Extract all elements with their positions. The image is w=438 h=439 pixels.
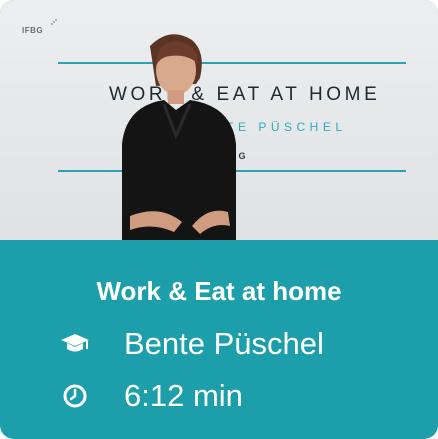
course-title[interactable]: Work & Eat at home xyxy=(0,276,438,307)
brand-logo: IFBG xyxy=(22,19,57,35)
instructor-row: Bente Püschel xyxy=(58,324,324,364)
clock-icon xyxy=(58,379,92,413)
brand-logo-text: IFBG xyxy=(22,26,44,35)
course-info: Work & Eat at home Bente Püschel 6:12 mi… xyxy=(0,240,438,439)
logo-mark-icon xyxy=(51,19,57,25)
course-card[interactable]: IFBG WORK & EAT AT HOME BENTE PÜSCHEL IF… xyxy=(0,0,438,439)
video-thumbnail[interactable]: IFBG WORK & EAT AT HOME BENTE PÜSCHEL IF… xyxy=(0,0,438,240)
duration-row: 6:12 min xyxy=(58,376,243,416)
graduation-cap-icon xyxy=(58,327,92,361)
presenter-figure xyxy=(122,34,236,240)
instructor-name: Bente Püschel xyxy=(124,326,324,361)
duration-text: 6:12 min xyxy=(124,378,243,413)
